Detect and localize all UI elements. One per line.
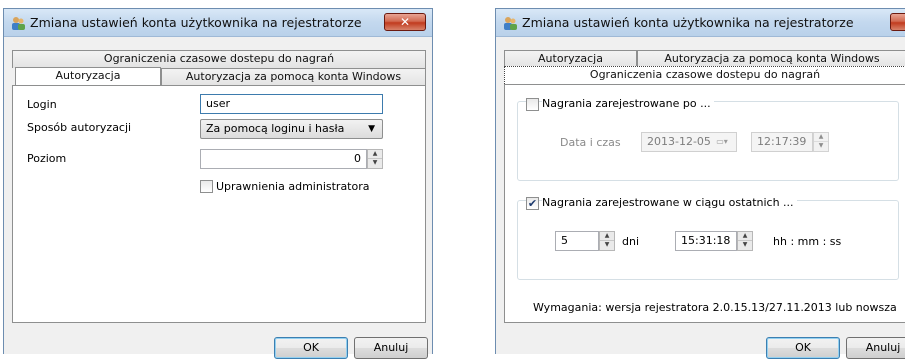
duration-format-label: hh : mm : ss xyxy=(773,235,842,248)
cancel-button[interactable]: Anuluj xyxy=(846,337,905,359)
tab-time-restrictions[interactable]: Ograniczenia czasowe dostepu do nagrań xyxy=(12,50,426,68)
spin-down-icon[interactable]: ▼ xyxy=(814,142,828,151)
cancel-button[interactable]: Anuluj xyxy=(354,337,428,359)
level-input[interactable]: 0 xyxy=(200,149,367,169)
level-label: Poziom xyxy=(27,152,67,165)
recorded-after-label: Nagrania zarejestrowane po ... xyxy=(542,97,714,110)
title-bar[interactable]: Zmiana ustawień konta użytkownika na rej… xyxy=(496,9,905,37)
users-icon xyxy=(504,17,517,30)
spin-down-icon[interactable]: ▼ xyxy=(738,241,752,250)
window-title: Zmiana ustawień konta użytkownika na rej… xyxy=(522,15,854,30)
login-input[interactable]: user xyxy=(200,94,383,114)
duration-spinner[interactable]: ▲ ▼ xyxy=(737,231,753,251)
level-spinner[interactable]: ▲ ▼ xyxy=(367,149,383,169)
calendar-icon[interactable]: ▭▾ xyxy=(709,132,735,152)
time-spinner[interactable]: ▲ ▼ xyxy=(813,132,829,152)
spin-up-icon[interactable]: ▲ xyxy=(738,232,752,241)
days-label: dni xyxy=(622,235,640,248)
tab-windows-auth[interactable]: Autoryzacja za pomocą konta Windows xyxy=(161,68,426,86)
ok-button[interactable]: OK xyxy=(766,337,840,359)
spin-up-icon[interactable]: ▲ xyxy=(600,232,614,241)
tab-panel-time-restrictions: Nagrania zarejestrowane po ... Data i cz… xyxy=(504,84,905,323)
users-icon xyxy=(12,17,25,30)
tab-panel-authorization: Login user Sposób autoryzacji Za pomocą … xyxy=(12,85,426,323)
tab-time-restrictions[interactable]: Ograniczenia czasowe dostepu do nagrań xyxy=(504,66,905,84)
dialog-right: Zmiana ustawień konta użytkownika na rej… xyxy=(495,8,905,359)
close-button[interactable]: ✕ xyxy=(890,13,905,31)
tab-authorization[interactable]: Autoryzacja xyxy=(15,67,161,85)
auth-method-value: Za pomocą loginu i hasła xyxy=(206,122,345,135)
login-label: Login xyxy=(27,98,57,111)
days-spinner[interactable]: ▲ ▼ xyxy=(599,231,615,251)
auth-method-label: Sposób autoryzacji xyxy=(27,121,132,134)
spin-up-icon[interactable]: ▲ xyxy=(814,133,828,142)
window-title: Zmiana ustawień konta użytkownika na rej… xyxy=(30,15,362,30)
ok-button[interactable]: OK xyxy=(274,337,348,359)
spin-down-icon[interactable]: ▼ xyxy=(368,159,382,168)
recorded-after-checkbox[interactable] xyxy=(526,98,539,111)
recorded-within-checkbox[interactable]: ✔ xyxy=(526,197,539,210)
chevron-down-icon: ▼ xyxy=(368,124,375,134)
title-bar[interactable]: Zmiana ustawień konta użytkownika na rej… xyxy=(4,9,432,37)
time-input[interactable]: 12:17:39 xyxy=(751,132,813,152)
spin-down-icon[interactable]: ▼ xyxy=(600,241,614,250)
duration-input[interactable]: 15:31:18 xyxy=(675,231,737,251)
requirements-note: Wymagania: wersja rejestratora 2.0.15.13… xyxy=(533,301,897,314)
spin-up-icon[interactable]: ▲ xyxy=(368,150,382,159)
dialog-left: Zmiana ustawień konta użytkownika na rej… xyxy=(3,8,433,359)
admin-checkbox[interactable] xyxy=(200,180,213,193)
auth-method-select[interactable]: Za pomocą loginu i hasła ▼ xyxy=(200,119,383,139)
recorded-within-label: Nagrania zarejestrowane w ciągu ostatnic… xyxy=(542,196,797,209)
days-input[interactable]: 5 xyxy=(555,231,599,251)
close-button[interactable]: ✕ xyxy=(384,13,426,31)
close-icon: ✕ xyxy=(399,15,411,29)
admin-label: Uprawnienia administratora xyxy=(216,180,370,193)
datetime-label: Data i czas xyxy=(560,136,621,149)
